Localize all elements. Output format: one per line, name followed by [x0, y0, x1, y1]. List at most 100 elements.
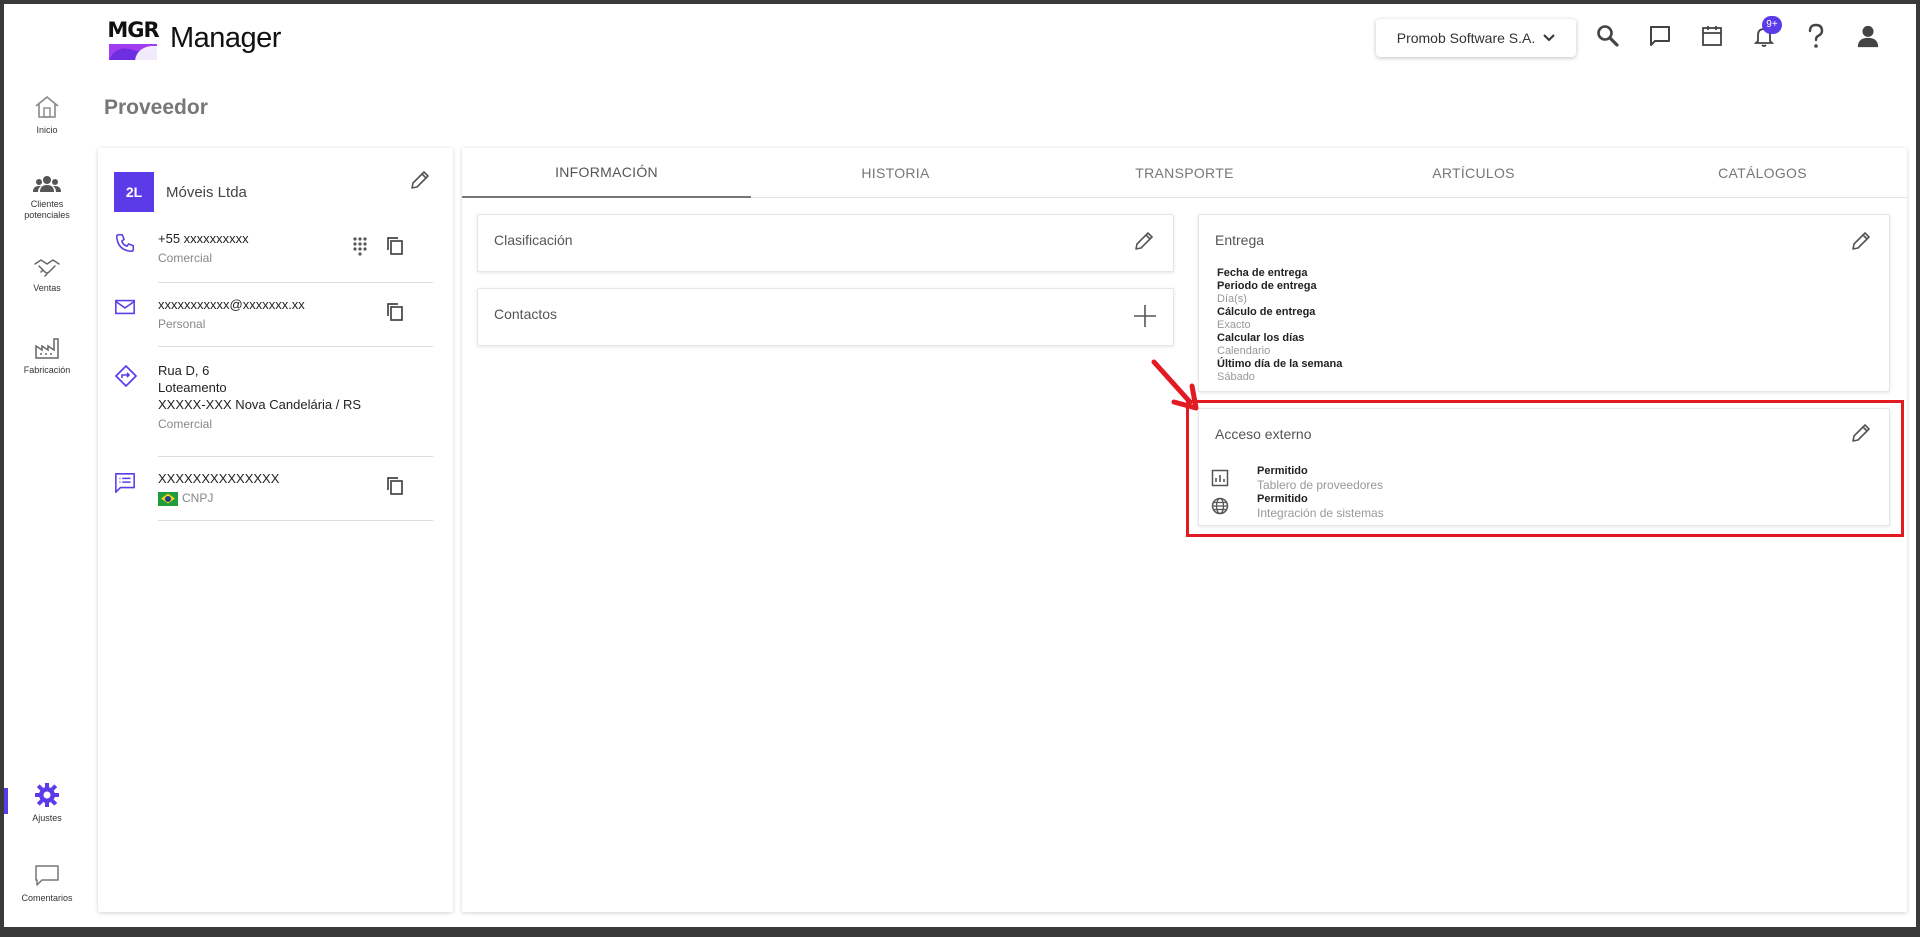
app-window: MGR Manager Promob Software S.A. 9+ Inic…: [4, 4, 1916, 927]
divider: [158, 346, 433, 347]
home-icon: [35, 95, 59, 118]
annotation-arrow-icon: [1151, 359, 1199, 411]
directions-icon: [115, 365, 137, 387]
logo[interactable]: MGR: [107, 14, 160, 62]
field-label: Periodo de entrega: [1217, 280, 1317, 292]
clasificacion-panel: Clasificación: [477, 214, 1174, 272]
divider: [158, 456, 433, 457]
company-select[interactable]: Promob Software S.A.: [1376, 19, 1576, 57]
field-label: Cálculo de entrega: [1217, 306, 1316, 318]
field-value: Día(s): [1217, 293, 1247, 305]
address-line-2: Loteamento: [158, 380, 227, 395]
phone-type: Comercial: [158, 251, 213, 265]
document-row: XXXXXXXXXXXXXX CNPJ: [114, 470, 434, 510]
phone-row: +55 xxxxxxxxxx Comercial: [114, 230, 434, 270]
tab-articulos[interactable]: ARTÍCULOS: [1329, 148, 1618, 198]
pencil-icon: [1135, 232, 1153, 250]
copy-icon: [387, 237, 403, 255]
tab-informacion[interactable]: INFORMACIÓN: [462, 148, 751, 198]
edit-entrega-button[interactable]: [1849, 229, 1873, 258]
handshake-icon: [34, 259, 60, 277]
document-number: XXXXXXXXXXXXXX: [158, 471, 280, 486]
factory-icon: [35, 338, 59, 359]
address-row: Rua D, 6 Loteamento XXXXX-XXX Nova Cande…: [114, 362, 434, 442]
phone-icon: [115, 233, 135, 253]
field-label: Último día de la semana: [1217, 358, 1343, 370]
sidebar-item-ventas[interactable]: Ventas: [4, 256, 90, 294]
field-value: Sábado: [1217, 371, 1255, 383]
field-value: Calendario: [1217, 345, 1271, 357]
supplier-name: Móveis Ltda: [166, 184, 247, 201]
help-icon: [1808, 23, 1824, 48]
copy-phone-button[interactable]: [386, 236, 404, 261]
avatar: 2L: [114, 172, 154, 212]
panel-title: Clasificación: [494, 232, 573, 248]
email-row: xxxxxxxxxxx@xxxxxxx.xx Personal: [114, 296, 434, 336]
panel-title: Contactos: [494, 306, 558, 322]
sidebar-item-label: Fabricación: [23, 365, 71, 375]
email-type: Personal: [158, 317, 206, 331]
dialpad-icon: [353, 237, 367, 256]
sidebar-item-fabricacion[interactable]: Fabricación: [4, 336, 90, 376]
app-title: Manager: [170, 22, 281, 54]
panel-title: Entrega: [1215, 232, 1265, 248]
profile-button[interactable]: [1856, 22, 1880, 50]
user-icon: [1857, 25, 1879, 48]
tab-transporte[interactable]: TRANSPORTE: [1040, 148, 1329, 198]
edit-clasificacion-button[interactable]: [1132, 229, 1156, 258]
notification-badge: 9+: [1762, 16, 1782, 34]
document-icon: [115, 473, 135, 493]
copy-icon: [387, 477, 403, 495]
sidebar-item-comentarios[interactable]: Comentarios: [4, 864, 90, 904]
sidebar-item-label: Inicio: [36, 125, 58, 135]
field-value: Exacto: [1217, 319, 1251, 331]
search-icon: [1597, 25, 1619, 47]
sidebar-item-label: Ajustes: [32, 813, 62, 823]
brazil-flag-icon: [158, 491, 178, 506]
address-line-3: XXXXX-XXX Nova Candelária / RS: [158, 397, 362, 412]
tab-historia[interactable]: HISTORIA: [751, 148, 1040, 198]
copy-document-button[interactable]: [386, 476, 404, 501]
calendar-icon: [1702, 26, 1722, 46]
calendar-button[interactable]: [1700, 22, 1724, 50]
logo-text: MGR: [107, 18, 159, 42]
sidebar-item-label: Clientes potenciales: [24, 199, 70, 220]
sidebar-item-ajustes[interactable]: Ajustes: [4, 782, 90, 824]
entrega-panel: Entrega Fecha de entrega Periodo de entr…: [1198, 214, 1890, 392]
sidebar-item-inicio[interactable]: Inicio: [4, 94, 90, 136]
plus-icon: [1134, 305, 1156, 327]
comment-icon: [35, 865, 59, 886]
copy-icon: [387, 303, 403, 321]
search-button[interactable]: [1596, 22, 1620, 50]
pencil-icon: [411, 171, 429, 189]
copy-email-button[interactable]: [386, 302, 404, 327]
address-line-1: Rua D, 6: [158, 363, 210, 378]
document-type: CNPJ: [182, 491, 214, 505]
divider: [158, 520, 433, 521]
sidebar-item-clientes[interactable]: Clientes potenciales: [4, 174, 90, 221]
tab-catalogos[interactable]: CATÁLOGOS: [1618, 148, 1907, 198]
tab-bar: INFORMACIÓN HISTORIA TRANSPORTE ARTÍCULO…: [462, 148, 1907, 198]
company-select-label: Promob Software S.A.: [1396, 30, 1536, 46]
chat-icon: [1650, 26, 1670, 46]
field-label: Calcular los días: [1217, 332, 1305, 344]
contactos-panel: Contactos: [477, 288, 1174, 346]
entrega-fields: Fecha de entrega Periodo de entrega Día(…: [1217, 267, 1342, 384]
chat-button[interactable]: [1648, 22, 1672, 50]
people-icon: [33, 176, 61, 192]
divider: [158, 282, 433, 283]
help-button[interactable]: [1804, 22, 1828, 50]
highlight-box: [1186, 400, 1904, 537]
add-contacto-button[interactable]: [1132, 303, 1158, 334]
mail-icon: [115, 299, 135, 315]
gear-icon: [35, 783, 59, 807]
page-title: Proveedor: [104, 96, 208, 119]
notifications-button[interactable]: 9+: [1752, 16, 1782, 50]
chevron-down-icon: [1543, 34, 1555, 42]
sidebar: Inicio Clientes potenciales Ventas Fabri…: [4, 84, 90, 927]
pencil-icon: [1852, 232, 1870, 250]
dialpad-button[interactable]: [352, 236, 368, 261]
sidebar-item-label: Ventas: [33, 283, 61, 293]
edit-supplier-button[interactable]: [408, 168, 432, 197]
supplier-card: 2L Móveis Ltda +55 xxxxxxxxxx Comercial …: [98, 148, 453, 912]
